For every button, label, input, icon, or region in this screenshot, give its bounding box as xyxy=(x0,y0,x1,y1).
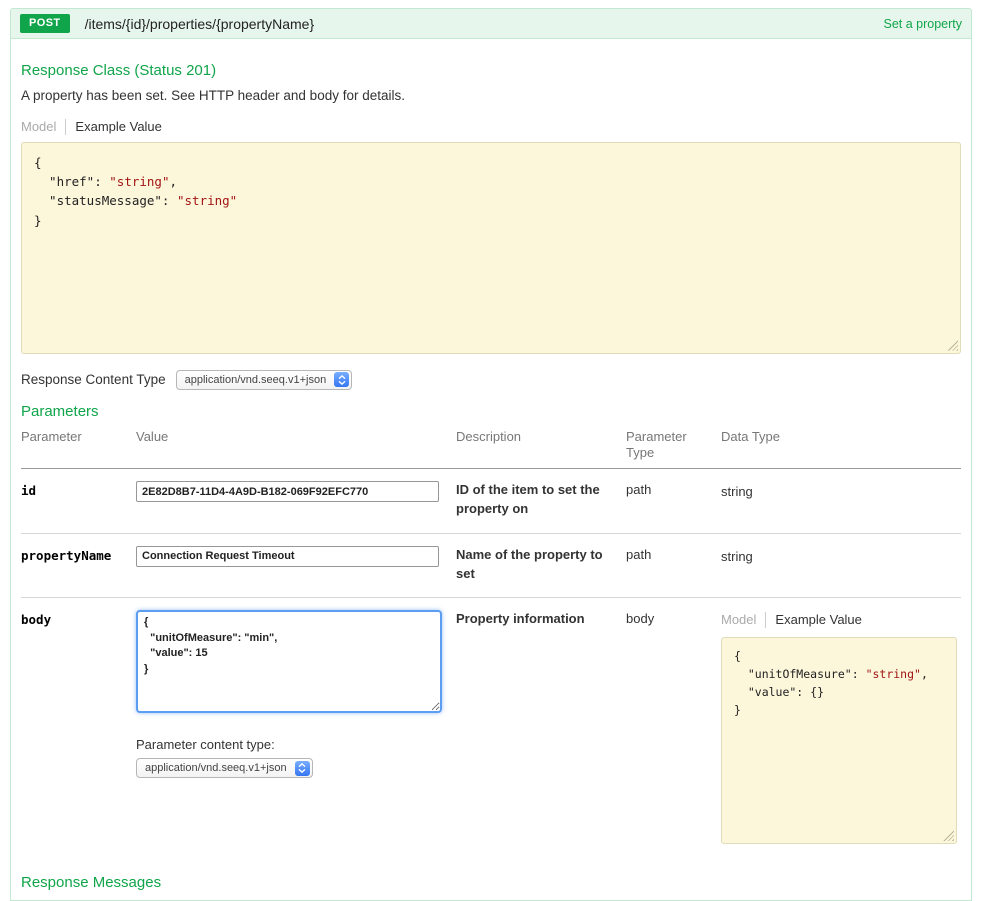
parameter-name: body xyxy=(21,610,136,844)
select-stepper-icon xyxy=(295,761,310,776)
operation-path-link[interactable]: /items/{id}/properties/{propertyName} xyxy=(85,16,315,32)
parameter-row-id: id ID of the item to set the property on… xyxy=(21,469,961,533)
tab-example-value[interactable]: Example Value xyxy=(66,119,161,135)
parameters-table-header: Parameter Value Description Parameter Ty… xyxy=(21,429,961,470)
column-header-parameter-type: Parameter Type xyxy=(626,429,721,462)
response-class-tabs: Model Example Value xyxy=(21,119,961,135)
column-header-data-type: Data Type xyxy=(721,429,961,462)
body-value-cell: { "unitOfMeasure": "min", "value": 15 } … xyxy=(136,610,456,844)
parameter-description: Name of the property to set xyxy=(456,546,626,584)
response-content-type-select[interactable]: application/vnd.seeq.v1+json xyxy=(176,370,353,390)
parameter-data-type: string xyxy=(721,546,961,584)
parameter-name: propertyName xyxy=(21,546,136,584)
parameters-heading: Parameters xyxy=(21,403,961,420)
parameter-content-type-label: Parameter content type: xyxy=(136,737,456,752)
parameter-description: Property information xyxy=(456,610,626,844)
parameter-row-body: body { "unitOfMeasure": "min", "value": … xyxy=(21,597,961,858)
column-header-value: Value xyxy=(136,429,456,462)
response-content-type-value: application/vnd.seeq.v1+json xyxy=(185,374,327,386)
swagger-operation-panel: POST /items/{id}/properties/{propertyNam… xyxy=(0,0,982,857)
body-schema-tabs: Model Example Value xyxy=(721,612,957,628)
parameter-type: body xyxy=(626,610,721,844)
parameter-row-propertyName: propertyName Name of the property to set… xyxy=(21,533,961,598)
body-example-json[interactable]: { "unitOfMeasure": "string", "value": {}… xyxy=(721,637,957,844)
tab-body-example-value[interactable]: Example Value xyxy=(766,612,861,628)
operation-content: Response Class (Status 201) A property h… xyxy=(10,39,972,901)
parameter-type: path xyxy=(626,546,721,584)
parameter-description: ID of the item to set the property on xyxy=(456,481,626,519)
parameter-type: path xyxy=(626,481,721,519)
body-parameter-textarea[interactable]: { "unitOfMeasure": "min", "value": 15 } xyxy=(136,610,442,713)
column-header-parameter: Parameter xyxy=(21,429,136,462)
propertyName-value-input[interactable] xyxy=(136,546,439,567)
parameter-data-type: string xyxy=(721,481,961,519)
select-stepper-icon xyxy=(334,372,349,387)
response-content-type-label: Response Content Type xyxy=(21,372,166,387)
parameter-content-type-value: application/vnd.seeq.v1+json xyxy=(145,762,287,774)
id-value-input[interactable] xyxy=(136,481,439,502)
response-class-description: A property has been set. See HTTP header… xyxy=(21,88,961,103)
operation-summary-link[interactable]: Set a property xyxy=(883,17,962,31)
parameter-content-type-select[interactable]: application/vnd.seeq.v1+json xyxy=(136,758,313,778)
parameter-name: id xyxy=(21,481,136,519)
response-content-type-row: Response Content Type application/vnd.se… xyxy=(21,370,961,390)
operation-header[interactable]: POST /items/{id}/properties/{propertyNam… xyxy=(10,8,972,39)
response-class-heading: Response Class (Status 201) xyxy=(21,62,961,79)
column-header-description: Description xyxy=(456,429,626,462)
tab-model[interactable]: Model xyxy=(21,119,66,135)
response-example-json[interactable]: { "href": "string", "statusMessage": "st… xyxy=(21,142,961,354)
http-method-badge: POST xyxy=(20,14,70,33)
response-messages-heading: Response Messages xyxy=(21,874,961,891)
tab-body-model[interactable]: Model xyxy=(721,612,766,628)
body-data-type-cell: Model Example Value { "unitOfMeasure": "… xyxy=(721,610,961,844)
